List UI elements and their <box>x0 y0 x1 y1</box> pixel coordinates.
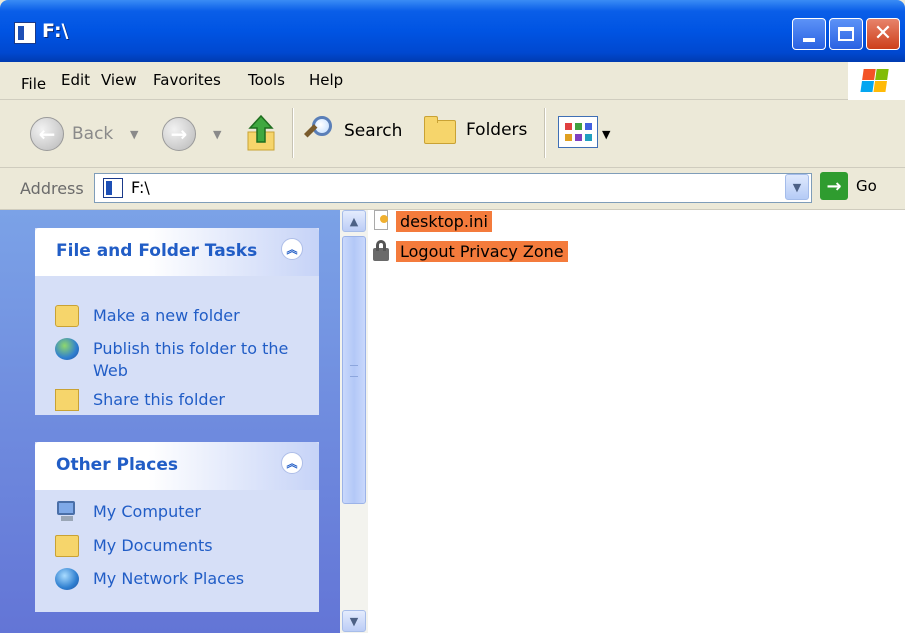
windows-flag-icon <box>860 69 889 93</box>
forward-arrow-icon: → <box>162 117 196 151</box>
close-icon: ✕ <box>873 21 893 46</box>
menu-favorites[interactable]: Favorites <box>153 71 221 89</box>
task-share-folder[interactable]: Share this folder <box>55 389 293 411</box>
menu-view[interactable]: View <box>101 71 137 89</box>
place-label: My Computer <box>93 502 201 521</box>
task-pane: File and Folder Tasks ︽ Make a new folde… <box>0 210 340 633</box>
back-arrow-icon: ← <box>30 117 64 151</box>
go-label: Go <box>856 177 877 195</box>
globe-icon <box>55 338 79 360</box>
chevron-down-icon: ▼ <box>349 614 359 628</box>
search-label: Search <box>344 121 403 141</box>
task-label: Share this folder <box>93 390 225 409</box>
ini-file-icon <box>370 209 394 233</box>
menu-file[interactable]: File <box>21 71 46 97</box>
back-dropdown-icon[interactable]: ▼ <box>130 128 138 141</box>
task-label: Publish this folder to the Web <box>93 339 289 380</box>
chevron-down-icon: ▼ <box>792 180 802 194</box>
windows-logo <box>848 62 905 100</box>
panel-title: File and Folder Tasks <box>56 241 258 261</box>
address-dropdown-button[interactable]: ▼ <box>785 174 809 200</box>
documents-icon <box>55 535 79 557</box>
search-icon <box>304 116 334 146</box>
menu-edit[interactable]: Edit <box>61 71 90 89</box>
back-button[interactable]: ← Back <box>30 117 113 151</box>
folders-label: Folders <box>466 120 528 140</box>
menu-bar: File Edit View Favorites Tools Help <box>0 62 905 100</box>
place-my-computer[interactable]: My Computer <box>55 501 293 523</box>
task-make-new-folder[interactable]: Make a new folder <box>55 305 293 327</box>
folders-icon <box>424 116 458 144</box>
window-title: F:\ <box>42 20 69 42</box>
panel-header[interactable]: Other Places ︽ <box>35 442 319 490</box>
search-button[interactable]: Search <box>304 116 402 146</box>
drive-icon <box>103 178 123 198</box>
views-dropdown-icon[interactable]: ▼ <box>602 128 610 141</box>
up-folder-icon[interactable] <box>244 112 280 152</box>
toolbar-separator <box>544 108 546 158</box>
scroll-down-button[interactable]: ▼ <box>342 610 366 632</box>
title-bar[interactable]: F:\ ✕ <box>0 0 905 62</box>
address-value: F:\ <box>131 178 150 197</box>
views-button[interactable] <box>558 116 598 148</box>
new-folder-icon <box>55 305 79 327</box>
panel-header[interactable]: File and Folder Tasks ︽ <box>35 228 319 276</box>
collapse-icon[interactable]: ︽ <box>281 238 303 260</box>
address-bar: Address F:\ <box>0 168 905 210</box>
menu-tools[interactable]: Tools <box>248 71 285 89</box>
vertical-scrollbar[interactable]: ▲ ▼ <box>340 210 368 633</box>
forward-button[interactable]: → <box>162 117 196 151</box>
go-button[interactable]: → Go <box>820 172 877 200</box>
network-icon <box>55 568 79 590</box>
menu-help[interactable]: Help <box>309 71 343 89</box>
computer-icon <box>55 501 79 523</box>
place-my-network-places[interactable]: My Network Places <box>55 568 293 590</box>
file-name: Logout Privacy Zone <box>396 240 568 262</box>
forward-dropdown-icon[interactable]: ▼ <box>213 128 221 141</box>
address-label: Address <box>20 179 84 198</box>
minimize-icon <box>803 38 815 42</box>
file-item-logout-privacy-zone[interactable]: Logout Privacy Zone <box>370 238 568 264</box>
collapse-icon[interactable]: ︽ <box>281 452 303 474</box>
panel-title: Other Places <box>56 455 178 475</box>
file-name: desktop.ini <box>396 210 492 232</box>
maximize-icon <box>838 27 854 41</box>
file-list-pane[interactable] <box>340 210 905 633</box>
place-label: My Network Places <box>93 569 245 588</box>
back-label: Back <box>72 124 114 144</box>
share-folder-icon <box>55 389 79 411</box>
address-input[interactable]: F:\ <box>94 173 812 203</box>
file-folder-tasks-panel: File and Folder Tasks ︽ Make a new folde… <box>35 228 319 415</box>
place-label: My Documents <box>93 536 213 555</box>
minimize-button[interactable] <box>792 18 826 50</box>
toolbar-separator <box>292 108 294 158</box>
chevron-up-icon: ▲ <box>349 214 359 228</box>
close-button[interactable]: ✕ <box>866 18 900 50</box>
lock-icon <box>370 239 394 263</box>
scroll-thumb[interactable] <box>342 236 366 504</box>
maximize-button[interactable] <box>829 18 863 50</box>
place-my-documents[interactable]: My Documents <box>55 535 293 557</box>
folders-button[interactable]: Folders <box>424 116 527 144</box>
go-arrow-icon: → <box>820 172 848 200</box>
other-places-panel: Other Places ︽ My Computer My Documents … <box>35 442 319 612</box>
scroll-up-button[interactable]: ▲ <box>342 210 366 232</box>
file-item-desktop-ini[interactable]: desktop.ini <box>370 208 492 234</box>
task-publish-folder[interactable]: Publish this folder to the Web <box>55 338 293 382</box>
task-label: Make a new folder <box>93 306 240 325</box>
drive-icon <box>14 22 36 44</box>
explorer-window: F:\ ✕ File Edit View Favorites Tools Hel… <box>0 0 905 633</box>
grip-icon <box>350 365 358 377</box>
